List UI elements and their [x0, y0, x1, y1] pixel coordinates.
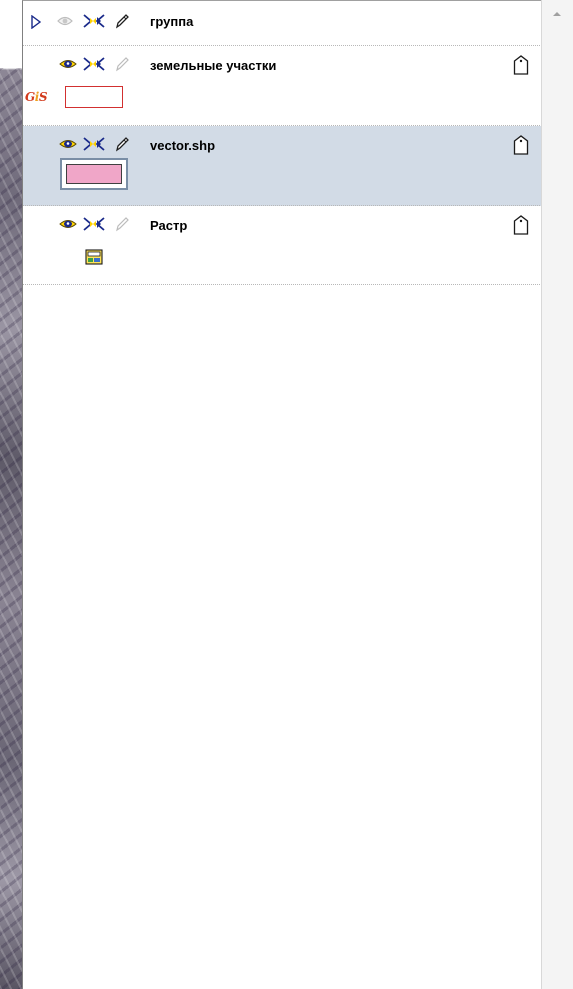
- edit-pencil-icon[interactable]: [115, 56, 129, 72]
- expand-triangle-icon[interactable]: [31, 15, 41, 29]
- edit-pencil-icon[interactable]: [115, 216, 129, 232]
- visibility-eye-icon[interactable]: [59, 138, 77, 150]
- selectable-arrows-icon[interactable]: [83, 57, 105, 71]
- vertical-scrollbar[interactable]: [541, 0, 573, 989]
- layer-row-land-plots[interactable]: земельные участки GiS: [23, 46, 542, 126]
- layer-name: Растр: [150, 218, 188, 233]
- gis-logo: GiS: [25, 90, 47, 104]
- selectable-arrows-icon[interactable]: [83, 217, 105, 231]
- edit-pencil-icon[interactable]: [115, 13, 129, 29]
- layer-row-group[interactable]: группа: [23, 1, 542, 46]
- scroll-up-button[interactable]: [542, 6, 572, 22]
- layer-panel: группа земельные участки GiS vector.shp …: [22, 0, 542, 989]
- selectable-arrows-icon[interactable]: [83, 137, 105, 151]
- edit-pencil-icon[interactable]: [115, 136, 129, 152]
- tag-icon[interactable]: [513, 135, 529, 155]
- selectable-arrows-icon[interactable]: [83, 14, 105, 28]
- raster-icon: [85, 249, 103, 265]
- visibility-eye-icon[interactable]: [57, 15, 73, 27]
- visibility-eye-icon[interactable]: [59, 218, 77, 230]
- visibility-eye-icon[interactable]: [59, 58, 77, 70]
- map-background-strip: [0, 0, 22, 989]
- layer-row-raster[interactable]: Растр: [23, 206, 542, 285]
- layer-name: группа: [150, 14, 194, 29]
- legend-swatch: [66, 164, 122, 184]
- tag-icon[interactable]: [513, 55, 529, 75]
- layer-name: земельные участки: [150, 58, 277, 73]
- layer-row-vector-shp[interactable]: vector.shp: [23, 126, 542, 206]
- layer-name: vector.shp: [150, 138, 216, 153]
- legend-swatch: [65, 86, 123, 108]
- tag-icon[interactable]: [513, 215, 529, 235]
- scroll-up-arrow-icon: [553, 12, 561, 16]
